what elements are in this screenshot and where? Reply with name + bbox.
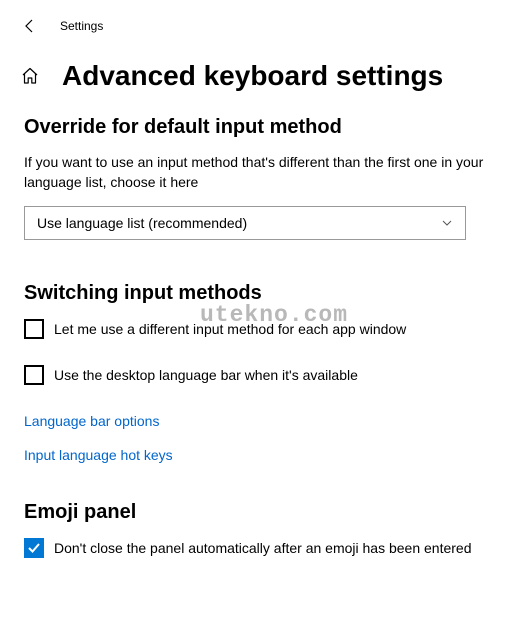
per-app-input-method-label[interactable]: Let me use a different input method for … (54, 321, 406, 337)
emoji-panel-autoclose-label[interactable]: Don't close the panel automatically afte… (54, 540, 471, 556)
switching-heading: Switching input methods (24, 282, 491, 305)
chevron-down-icon (441, 217, 453, 229)
page-title: Advanced keyboard settings (62, 60, 443, 92)
home-button[interactable] (20, 66, 40, 86)
emoji-heading: Emoji panel (24, 501, 491, 524)
input-language-hotkeys-link[interactable]: Input language hot keys (24, 447, 491, 463)
per-app-input-method-option: Let me use a different input method for … (24, 319, 491, 339)
back-button[interactable] (18, 14, 42, 38)
switching-section: Switching input methods Let me use a dif… (24, 282, 491, 463)
desktop-language-bar-option: Use the desktop language bar when it's a… (24, 365, 491, 385)
emoji-panel-autoclose-option: Don't close the panel automatically afte… (24, 538, 491, 558)
override-description: If you want to use an input method that'… (24, 153, 491, 192)
input-method-dropdown[interactable]: Use language list (recommended) (24, 206, 466, 240)
dropdown-value: Use language list (recommended) (37, 215, 247, 231)
emoji-section: Emoji panel Don't close the panel automa… (24, 501, 491, 558)
override-section: Override for default input method If you… (24, 116, 491, 240)
override-heading: Override for default input method (24, 116, 491, 139)
app-title: Settings (60, 19, 103, 33)
language-bar-options-link[interactable]: Language bar options (24, 413, 491, 429)
home-icon (21, 67, 39, 85)
per-app-input-method-checkbox[interactable] (24, 319, 44, 339)
desktop-language-bar-checkbox[interactable] (24, 365, 44, 385)
emoji-panel-autoclose-checkbox[interactable] (24, 538, 44, 558)
desktop-language-bar-label[interactable]: Use the desktop language bar when it's a… (54, 367, 358, 383)
arrow-left-icon (22, 18, 38, 34)
